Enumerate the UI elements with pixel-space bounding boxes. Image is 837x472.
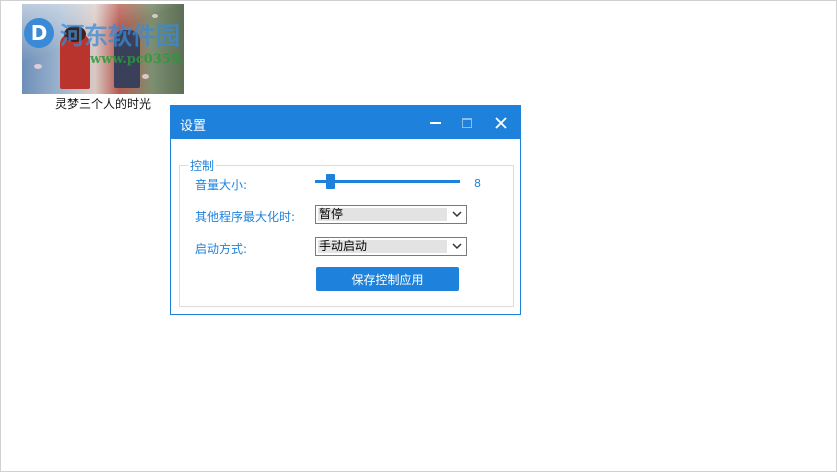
watermark-title: 河东软件园	[60, 21, 180, 50]
startup-mode-label: 启动方式:	[195, 242, 248, 256]
chevron-down-icon[interactable]	[450, 239, 464, 254]
control-group-label: 控制	[188, 157, 217, 174]
volume-label: 音量大小:	[195, 178, 248, 192]
watermark-logo-icon: D	[24, 18, 54, 48]
startup-mode-select[interactable]: 手动启动	[315, 237, 467, 256]
settings-dialog: 设置 控制 音量大小: 8 其他程序最大化时: 暂停 启动方式: 手动启动 保存…	[170, 105, 521, 315]
watermark-url: www.pc0359.cn	[90, 52, 184, 67]
maximize-icon	[462, 117, 472, 128]
maximize-behavior-select[interactable]: 暂停	[315, 205, 467, 224]
close-icon	[495, 116, 507, 129]
dialog-titlebar[interactable]: 设置	[171, 106, 520, 139]
maximize-behavior-value: 暂停	[318, 208, 447, 221]
chevron-down-icon[interactable]	[450, 207, 464, 222]
maximize-behavior-label: 其他程序最大化时:	[195, 210, 296, 224]
petal-decoration	[142, 74, 149, 79]
startup-mode-value: 手动启动	[318, 240, 447, 253]
wallpaper-thumbnail[interactable]: D 河东软件园 www.pc0359.cn	[22, 4, 184, 94]
save-apply-button[interactable]: 保存控制应用	[316, 267, 459, 291]
minimize-icon	[429, 121, 441, 124]
petal-decoration	[34, 64, 42, 69]
dialog-title: 设置	[180, 119, 207, 134]
maximize-button[interactable]	[452, 106, 482, 139]
minimize-button[interactable]	[420, 106, 450, 139]
volume-slider-thumb[interactable]	[326, 174, 335, 189]
thumbnail-caption: 灵梦三个人的时光	[54, 97, 151, 111]
volume-slider-track[interactable]	[315, 180, 460, 183]
volume-value: 8	[474, 177, 481, 190]
close-button[interactable]	[486, 106, 516, 139]
